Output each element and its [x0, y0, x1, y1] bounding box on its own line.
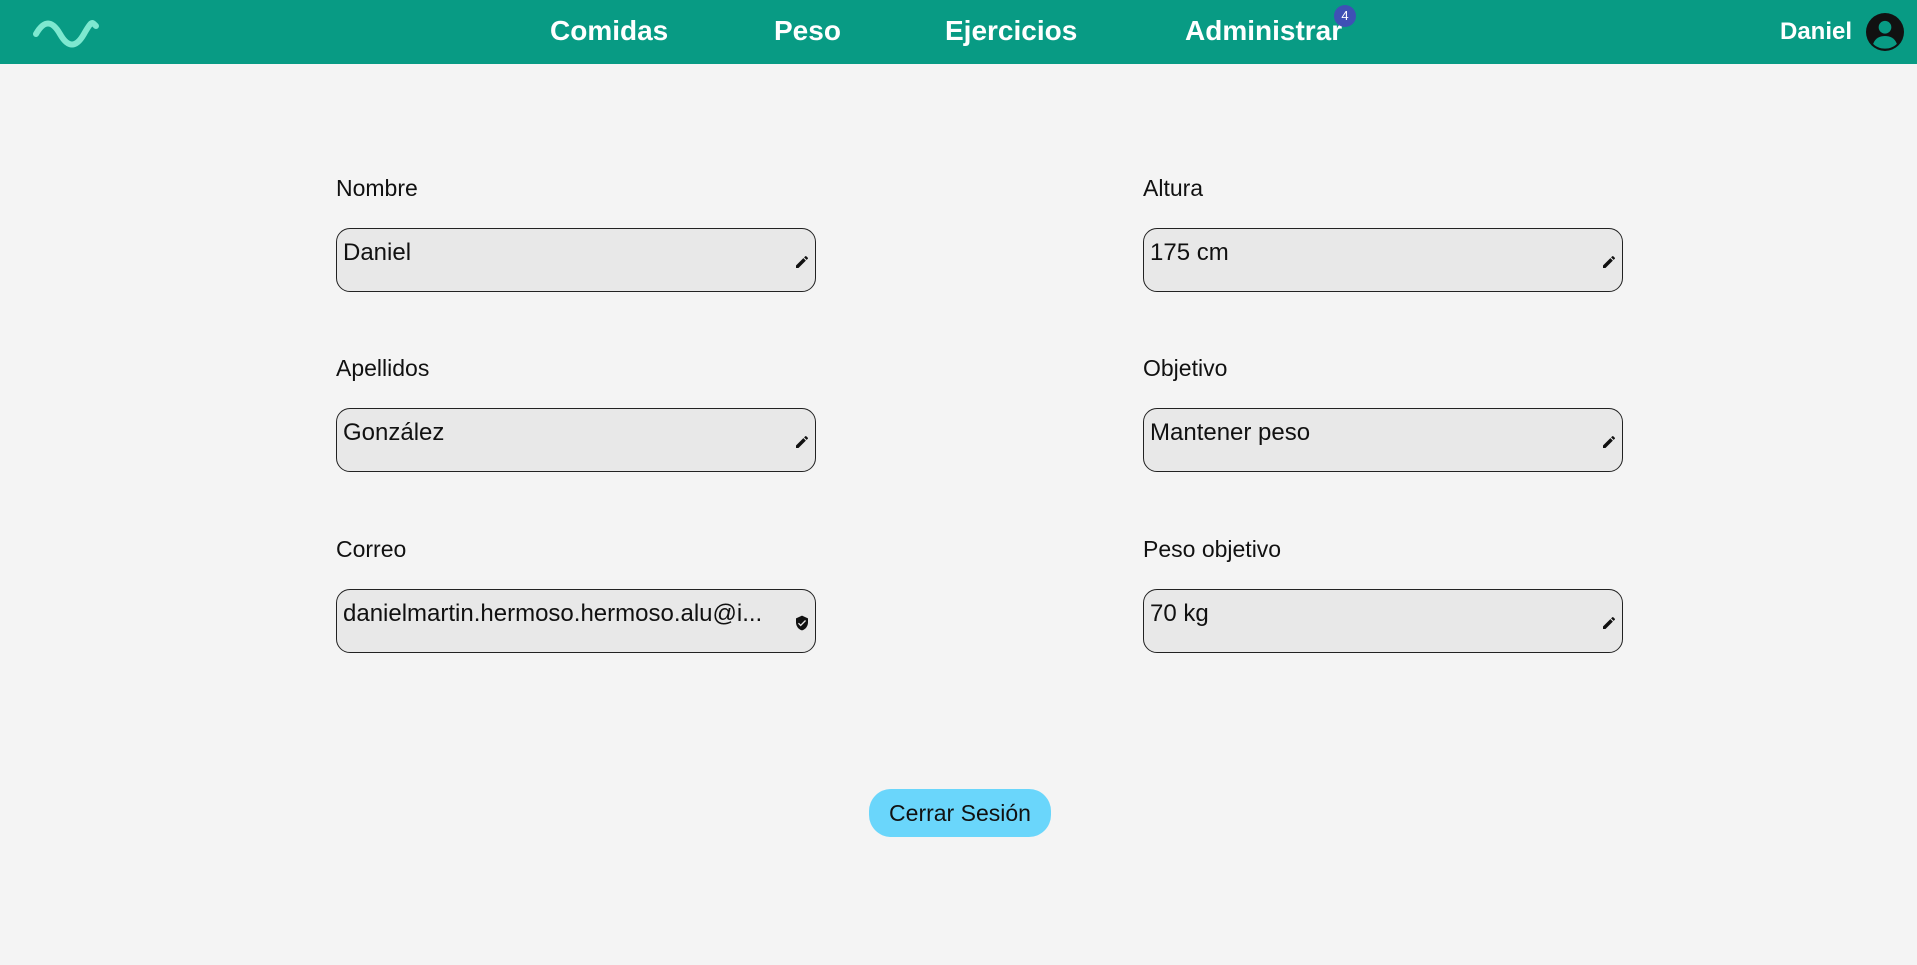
objetivo-label: Objetivo: [1143, 355, 1228, 381]
apellidos-field[interactable]: González: [336, 408, 816, 472]
user-name[interactable]: Daniel: [1780, 0, 1852, 64]
correo-value: danielmartin.hermoso.hermoso.alu@i...: [343, 600, 763, 627]
nav-ejercicios[interactable]: Ejercicios: [945, 0, 1077, 64]
shield-check-icon: [796, 615, 808, 631]
pencil-icon[interactable]: [1601, 254, 1617, 270]
objetivo-value[interactable]: Mantener peso: [1150, 419, 1590, 447]
peso-objetivo-field[interactable]: 70 kg: [1143, 589, 1623, 653]
peso-objetivo-value[interactable]: 70 kg: [1150, 600, 1590, 628]
nombre-field[interactable]: Daniel: [336, 228, 816, 292]
pencil-icon[interactable]: [1601, 434, 1617, 450]
altura-value[interactable]: 175 cm: [1150, 239, 1590, 267]
altura-label: Altura: [1143, 175, 1204, 201]
nav-comidas[interactable]: Comidas: [550, 0, 668, 64]
apellidos-value[interactable]: González: [343, 419, 783, 447]
pencil-icon[interactable]: [794, 254, 810, 270]
logout-button[interactable]: Cerrar Sesión: [869, 789, 1051, 837]
pencil-icon[interactable]: [1601, 615, 1617, 631]
correo-label: Correo: [336, 536, 407, 562]
top-navbar: Comidas Peso Ejercicios Administrar 4 Da…: [0, 0, 1917, 64]
notification-badge: 4: [1334, 5, 1356, 27]
nav-peso[interactable]: Peso: [774, 0, 841, 64]
apellidos-label: Apellidos: [336, 355, 430, 381]
objetivo-field[interactable]: Mantener peso: [1143, 408, 1623, 472]
correo-field: danielmartin.hermoso.hermoso.alu@i...: [336, 589, 816, 653]
peso-objetivo-label: Peso objetivo: [1143, 536, 1282, 562]
account-circle-icon[interactable]: [1866, 13, 1904, 51]
pencil-icon[interactable]: [794, 434, 810, 450]
nombre-value[interactable]: Daniel: [343, 239, 783, 267]
nombre-label: Nombre: [336, 175, 418, 201]
nav-administrar[interactable]: Administrar: [1185, 0, 1342, 64]
wave-logo-icon[interactable]: [32, 16, 100, 48]
altura-field[interactable]: 175 cm: [1143, 228, 1623, 292]
